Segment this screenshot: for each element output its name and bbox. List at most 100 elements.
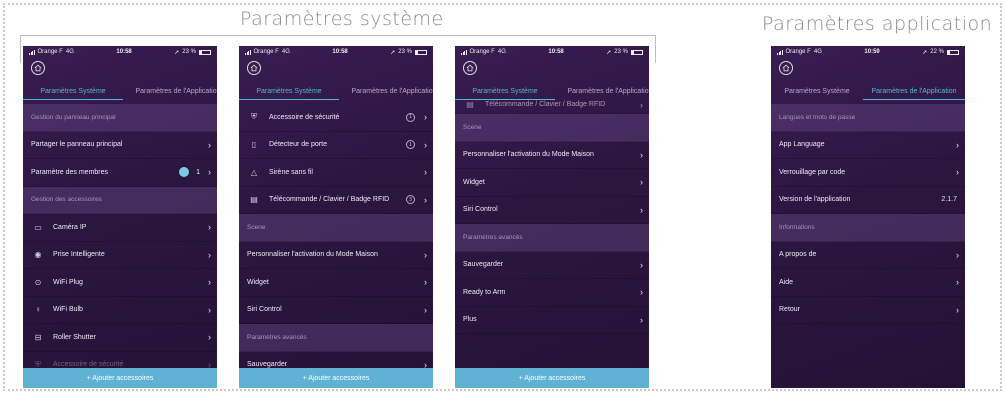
chevron-right-icon: › <box>424 112 427 123</box>
chevron-right-icon: › <box>640 259 643 270</box>
battery-icon <box>414 49 427 55</box>
count-badge: 1 <box>406 140 415 150</box>
clock: 10:59 <box>864 49 880 55</box>
camera-icon: ▭ <box>34 222 42 232</box>
home-button[interactable] <box>31 61 45 75</box>
list-item[interactable]: A propos de › <box>771 242 965 269</box>
home-button[interactable] <box>463 61 477 75</box>
list-item[interactable]: Widget › <box>455 169 649 197</box>
section-header: Paramètres avancés <box>239 324 433 352</box>
remote-icon: ▤ <box>250 195 258 205</box>
avatar <box>179 167 189 178</box>
status-bar: Orange F 4G 10:58 ➚ 23 % <box>239 46 433 58</box>
section-header: Gestion des accessoires <box>23 186 217 214</box>
chevron-right-icon: › <box>208 332 211 343</box>
tab-system-settings[interactable]: Paramètres Système <box>23 84 123 100</box>
version-value: 2.1.7 <box>941 196 957 204</box>
home-icon <box>782 64 790 72</box>
add-accessories-button[interactable]: + Ajouter accessoires <box>455 368 649 388</box>
list-item[interactable]: Widget › <box>239 269 433 297</box>
home-icon <box>250 64 258 72</box>
battery-icon <box>946 49 959 55</box>
tab-system-settings[interactable]: Paramètres Système <box>239 84 339 100</box>
group-title-app: Paramètres application <box>762 13 993 35</box>
list-item[interactable]: ⛨ Accessoire de sécurité 1 › <box>239 104 433 132</box>
count-badge: 3 <box>406 195 415 205</box>
chevron-right-icon: › <box>640 177 643 188</box>
list-item[interactable]: Ready to Arm › <box>455 279 649 307</box>
chevron-right-icon: › <box>956 167 959 178</box>
chevron-right-icon: › <box>424 304 427 315</box>
list-item[interactable]: △ Sirène sans fil › <box>239 159 433 187</box>
list-item[interactable]: ◉ Prise Intelligente › <box>23 242 217 269</box>
list-item[interactable]: Retour › <box>771 297 965 324</box>
list-item[interactable]: ⊙ WiFi Plug › <box>23 269 217 297</box>
chevron-right-icon: › <box>956 249 959 260</box>
network: 4G <box>813 49 822 55</box>
add-accessories-button[interactable]: + Ajouter accessoires <box>239 368 433 388</box>
carrier: Orange F <box>37 49 63 55</box>
status-bar: Orange F 4G 10:59 ➚ 22 % <box>771 46 965 58</box>
network: 4G <box>497 49 506 55</box>
list-item[interactable]: Personnaliser l'activation du Mode Maiso… <box>455 142 649 169</box>
list-item[interactable]: Siri Control › <box>455 197 649 224</box>
list-item[interactable]: Verrouillage par code › <box>771 159 965 187</box>
list-item[interactable]: Personnaliser l'activation du Mode Maiso… <box>239 242 433 269</box>
list-item[interactable]: ▭ Caméra IP › <box>23 214 217 242</box>
chevron-right-icon: › <box>424 277 427 288</box>
carrier: Orange F <box>253 49 279 55</box>
status-bar: Orange F 4G 10:58 ➚ 23 % <box>23 46 217 58</box>
chevron-right-icon: › <box>640 99 643 110</box>
chevron-right-icon: › <box>208 249 211 260</box>
settings-list: Gestion du panneau principal Partager le… <box>23 104 217 379</box>
tab-app-settings[interactable]: Paramètres de l'Application <box>339 84 434 100</box>
settings-list: ⛨ Accessoire de sécurité 1 › ▯ Détecteur de … <box>239 104 433 379</box>
chevron-right-icon: › <box>640 287 643 298</box>
location-icon: ➚ <box>174 49 180 56</box>
add-accessories-button[interactable]: + Ajouter accessoires <box>23 368 217 388</box>
list-item[interactable]: Plus › <box>455 307 649 334</box>
list-item[interactable]: ▯ Détecteur de porte 1 › <box>239 132 433 159</box>
phone-screen-3: Orange F 4G 10:58 ➚ 23 % Paramètres Syst… <box>455 46 649 388</box>
list-item[interactable]: Siri Control › <box>239 297 433 324</box>
home-icon <box>466 64 474 72</box>
tab-app-settings[interactable]: Paramètres de l'Application <box>123 84 218 100</box>
list-item[interactable]: ▤ Télécommande / Clavier / Badge RFID 3 › <box>239 187 433 214</box>
clock: 10:58 <box>116 49 132 55</box>
tab-system-settings[interactable]: Paramètres Système <box>771 84 863 100</box>
section-header: Gestion du panneau principal <box>23 104 217 132</box>
list-item[interactable]: ♀ WiFi Bulb › <box>23 297 217 324</box>
clock: 10:58 <box>332 49 348 55</box>
location-icon: ➚ <box>390 49 396 56</box>
list-item[interactable]: ▤ Télécommande / Clavier / Badge RFID › <box>455 96 649 114</box>
carrier: Orange F <box>469 49 495 55</box>
list-item[interactable]: Sauvegarder › <box>455 252 649 279</box>
tab-app-settings[interactable]: Paramètres de l'Application <box>863 84 965 100</box>
clock: 10:58 <box>548 49 564 55</box>
list-item[interactable]: ⊟ Roller Shutter › <box>23 324 217 352</box>
signal-icon <box>245 49 251 55</box>
tab-bar: Paramètres Système Paramètres de l'Appli… <box>23 84 217 100</box>
home-button[interactable] <box>247 61 261 75</box>
chevron-right-icon: › <box>640 314 643 325</box>
chevron-right-icon: › <box>208 139 211 150</box>
list-item: Version de l'application 2.1.7 <box>771 187 965 214</box>
list-item[interactable]: Aide › <box>771 269 965 297</box>
status-bar: Orange F 4G 10:58 ➚ 23 % <box>455 46 649 58</box>
tab-bar: Paramètres Système Paramètres de l'Appli… <box>239 84 433 100</box>
group-title-system: Paramètres système <box>240 8 444 30</box>
siren-icon: △ <box>250 167 258 177</box>
chevron-right-icon: › <box>208 277 211 288</box>
count-badge: 1 <box>406 112 415 122</box>
location-icon: ➚ <box>606 49 612 56</box>
chevron-right-icon: › <box>956 277 959 288</box>
home-button[interactable] <box>779 61 793 75</box>
list-item[interactable]: Partager le panneau principal › <box>23 132 217 159</box>
battery-percent: 23 % <box>398 49 412 55</box>
chevron-right-icon: › <box>640 204 643 215</box>
chevron-right-icon: › <box>424 139 427 150</box>
list-item[interactable]: Paramètre des membres 1 › <box>23 159 217 187</box>
list-item[interactable]: App Language › <box>771 132 965 159</box>
chevron-right-icon: › <box>424 167 427 178</box>
door-sensor-icon: ▯ <box>251 140 257 150</box>
